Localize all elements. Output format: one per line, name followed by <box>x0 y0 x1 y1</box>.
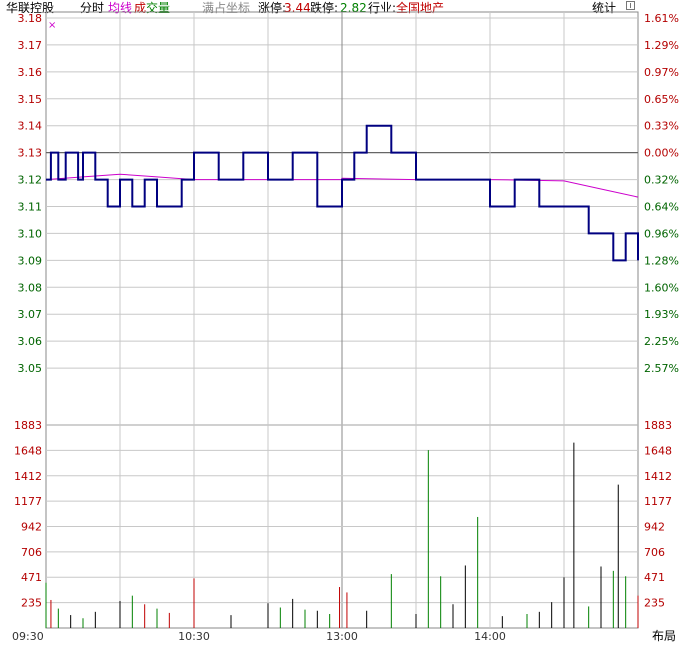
time-tick-label: 14:00 <box>474 630 506 643</box>
price-tick-label: 3.05 <box>18 362 43 375</box>
intraday-chart[interactable]: 3.18 1.61% 3.17 1.29% 3.16 0.97% 3.15 0.65% 3.14… <box>0 0 686 645</box>
price-tick-label: 3.15 <box>18 93 43 106</box>
percent-tick-label: 0.96% <box>644 227 679 240</box>
percent-tick-label: 0.00% <box>644 147 679 160</box>
volume-tick-label-right: 1883 <box>644 419 672 432</box>
time-tick-label: 10:30 <box>178 630 210 643</box>
price-tick-label: 3.11 <box>18 201 43 214</box>
volume-tick-label: 1412 <box>14 470 42 483</box>
price-tick-label: 3.12 <box>18 174 43 187</box>
volume-tick-label: 1883 <box>14 419 42 432</box>
percent-tick-label: 1.28% <box>644 254 679 267</box>
volume-tick-label: 942 <box>21 520 42 533</box>
percent-tick-label: 2.57% <box>644 362 679 375</box>
percent-tick-label: 0.65% <box>644 93 679 106</box>
price-tick-label: 3.06 <box>18 335 43 348</box>
time-tick-label: 13:00 <box>326 630 358 643</box>
volume-tick-label-right: 1177 <box>644 495 672 508</box>
volume-tick-label-right: 1412 <box>644 470 672 483</box>
percent-tick-label: 1.93% <box>644 308 679 321</box>
volume-tick-label-right: 942 <box>644 520 665 533</box>
percent-tick-label: 1.60% <box>644 281 679 294</box>
percent-tick-label: 0.97% <box>644 66 679 79</box>
price-tick-label: 3.14 <box>18 120 43 133</box>
volume-tick-label-right: 706 <box>644 546 665 559</box>
price-tick-label: 3.07 <box>18 308 43 321</box>
volume-tick-label-right: 235 <box>644 597 665 610</box>
time-tick-label: 09:30 <box>12 630 44 643</box>
percent-tick-label: 0.33% <box>644 120 679 133</box>
cursor-marker-icon: × <box>48 20 56 31</box>
volume-tick-label: 471 <box>21 571 42 584</box>
percent-tick-label: 1.29% <box>644 39 679 52</box>
price-tick-label: 3.18 <box>18 12 43 25</box>
percent-tick-label: 1.61% <box>644 12 679 25</box>
price-tick-label: 3.17 <box>18 39 43 52</box>
percent-tick-label: 0.64% <box>644 201 679 214</box>
price-tick-label: 3.09 <box>18 254 43 267</box>
volume-tick-label: 706 <box>21 546 42 559</box>
volume-tick-label: 1177 <box>14 495 42 508</box>
volume-tick-label-right: 471 <box>644 571 665 584</box>
price-tick-label: 3.08 <box>18 281 43 294</box>
volume-tick-label: 1648 <box>14 444 42 457</box>
price-tick-label: 3.10 <box>18 227 43 240</box>
price-tick-label: 3.16 <box>18 66 43 79</box>
percent-tick-label: 0.32% <box>644 174 679 187</box>
layout-button[interactable]: 布局 <box>644 628 684 645</box>
volume-tick-label: 235 <box>21 597 42 610</box>
volume-tick-label-right: 1648 <box>644 444 672 457</box>
price-tick-label: 3.13 <box>18 147 43 160</box>
percent-tick-label: 2.25% <box>644 335 679 348</box>
